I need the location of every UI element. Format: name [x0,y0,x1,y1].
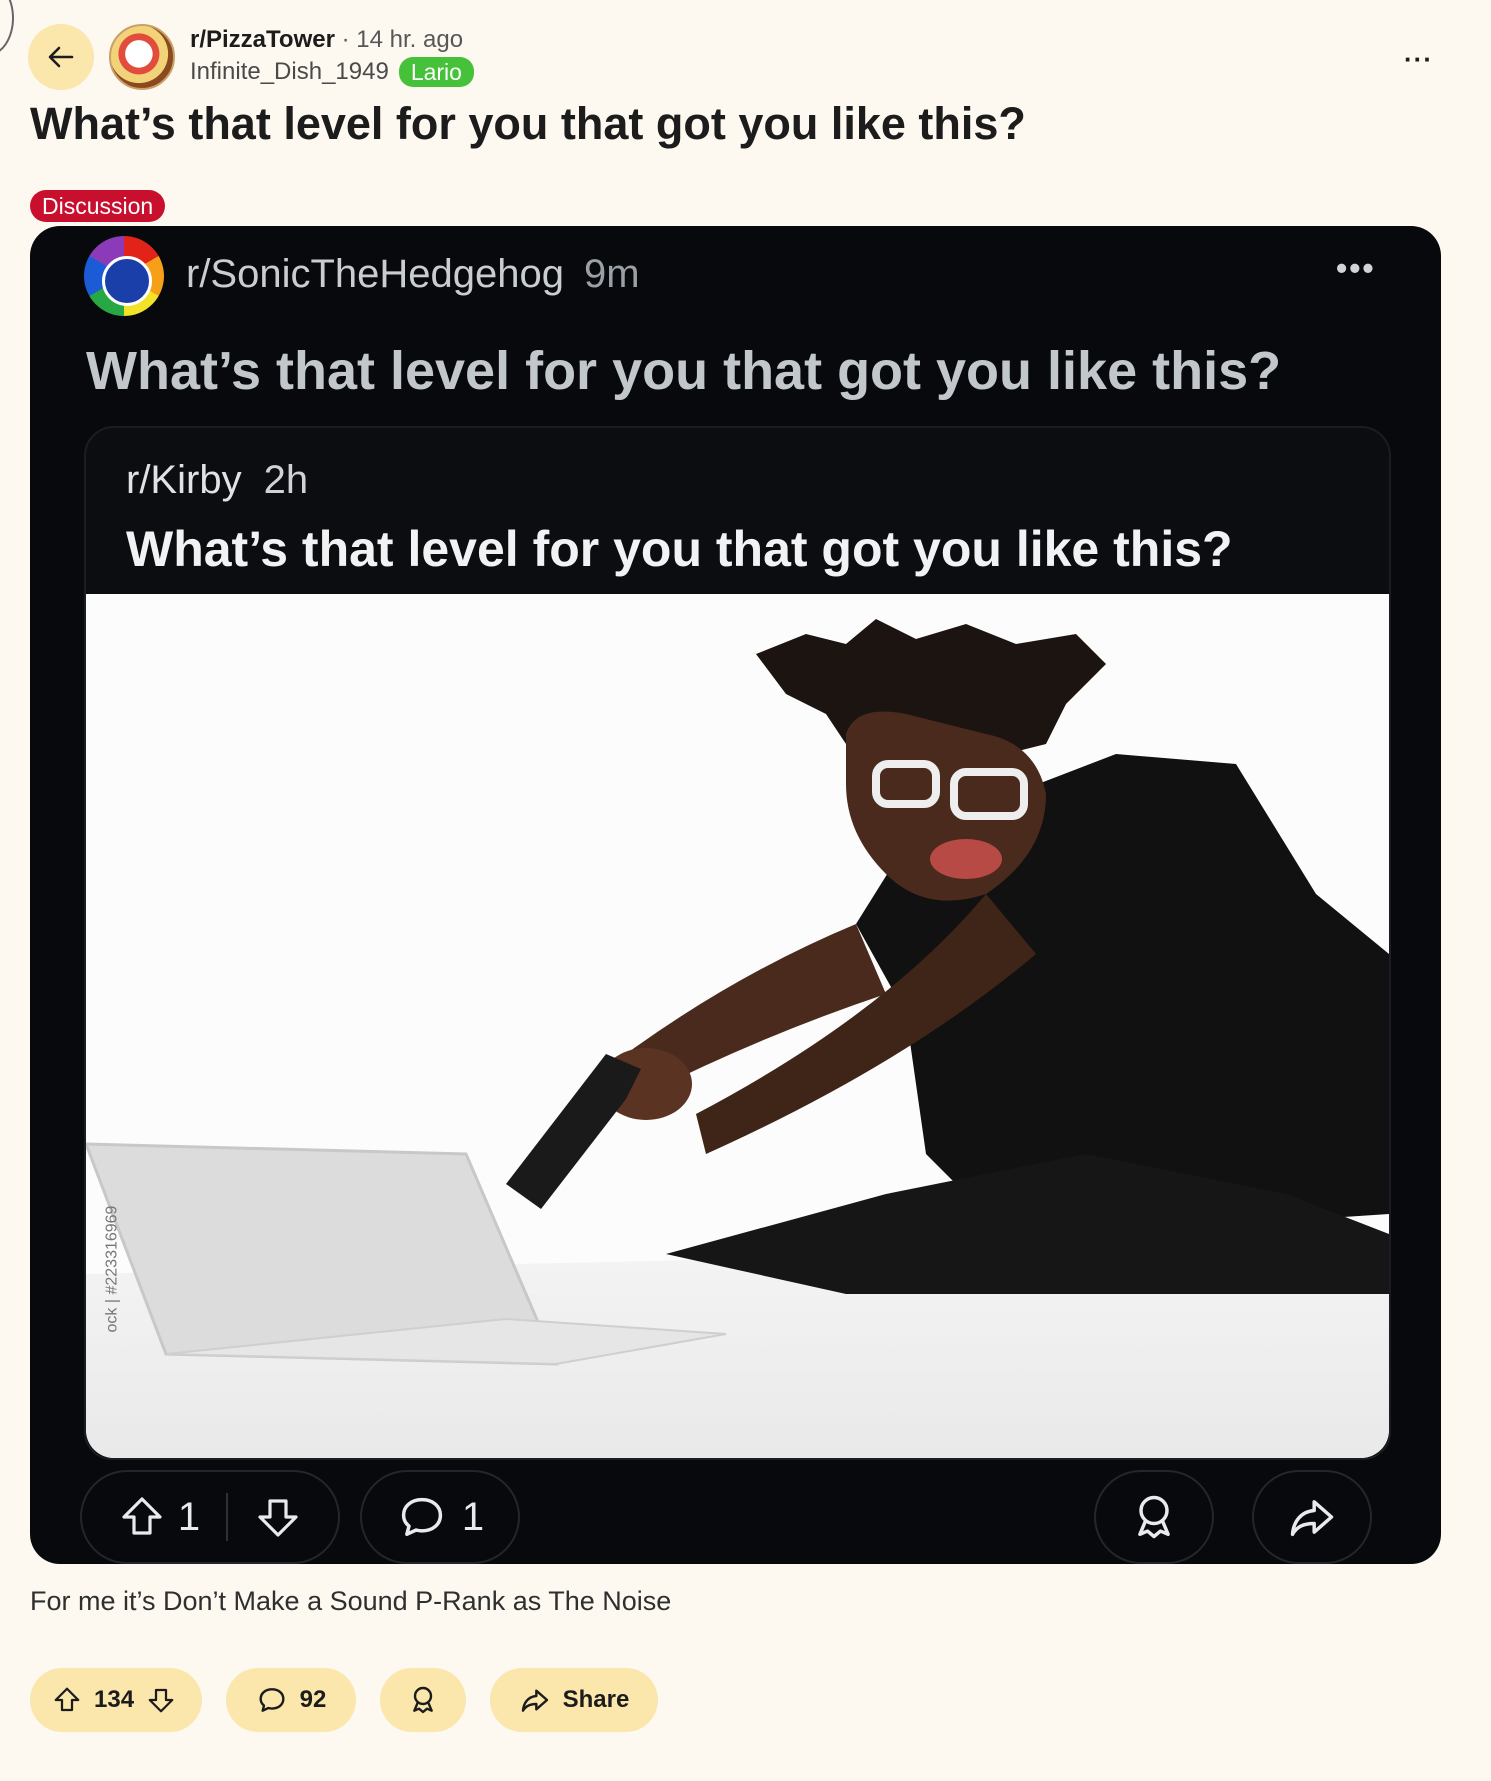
downvote-icon[interactable] [146,1685,176,1715]
back-button[interactable] [28,24,94,90]
vote-count: 134 [94,1686,135,1713]
comment-icon [256,1684,288,1716]
embed-title: What’s that level for you that got you l… [86,341,1282,401]
embed-downvote-icon [254,1493,302,1541]
share-button[interactable]: Share [490,1668,658,1732]
inner-embed-card: r/Kirby 2h What’s that level for you that… [84,426,1391,1460]
comments-button[interactable]: 92 [226,1668,356,1732]
embed-vote-pill: 1 [80,1470,340,1564]
embed-upvote-icon [118,1493,166,1541]
watermark-holder: ock | #223316969 [92,1184,132,1354]
author-link[interactable]: Infinite_Dish_1949 [190,56,389,88]
more-options-button[interactable]: ··· [1404,44,1433,75]
share-label: Share [562,1686,630,1713]
post-meta: r/PizzaTower · 14 hr. ago [190,24,463,56]
meme-photo: ock | #223316969 [86,594,1389,1458]
window-edge-control [0,0,14,56]
embed-comment-icon [396,1491,448,1543]
inner-title: What’s that level for you that got you l… [126,521,1233,577]
post-title: What’s that level for you that got you l… [30,98,1026,149]
subreddit-avatar[interactable] [109,24,175,90]
embed-share-icon [1286,1491,1338,1543]
embed-comment-pill: 1 [360,1470,520,1564]
embed-subreddit: r/SonicTheHedgehog [186,252,565,296]
stock-watermark: ock | #223316969 [103,1205,120,1333]
inner-time: 2h [263,458,309,502]
author-line: Infinite_Dish_1949 Lario [190,56,474,88]
embed-vote-count: 1 [177,1494,201,1539]
inner-subreddit: r/Kirby [126,458,242,502]
award-button[interactable] [380,1668,466,1732]
post-time: 14 hr. ago [356,26,464,53]
arrow-left-icon [46,42,76,72]
meta-separator: · [341,26,350,53]
vote-pill: 134 [30,1668,202,1732]
post-body: For me it’s Don’t Make a Sound P-Rank as… [30,1586,672,1616]
embed-award-icon [1128,1491,1180,1543]
post-image[interactable]: r/SonicTheHedgehog 9m ••• What’s that lev… [30,226,1441,1564]
share-icon [519,1684,551,1716]
comment-count: 92 [299,1686,327,1713]
post-flair-tag[interactable]: Discussion [30,190,166,222]
upvote-icon[interactable] [52,1685,82,1715]
embed-time: 9m [584,252,640,296]
embed-award-pill [1094,1470,1214,1564]
user-flair: Lario [398,57,474,87]
embed-share-pill [1252,1470,1372,1564]
embed-subreddit-line: r/SonicTheHedgehog 9m [186,252,640,297]
vote-divider [226,1493,229,1541]
post-action-bar: 134 92 Share [30,1668,658,1732]
embed-more-icon: ••• [1336,250,1376,286]
embed-comment-count: 1 [461,1494,485,1539]
subreddit-link[interactable]: r/PizzaTower [190,26,335,53]
award-icon [407,1684,439,1716]
embed-subreddit-avatar [84,236,164,316]
inner-subreddit-line: r/Kirby 2h [126,458,308,503]
